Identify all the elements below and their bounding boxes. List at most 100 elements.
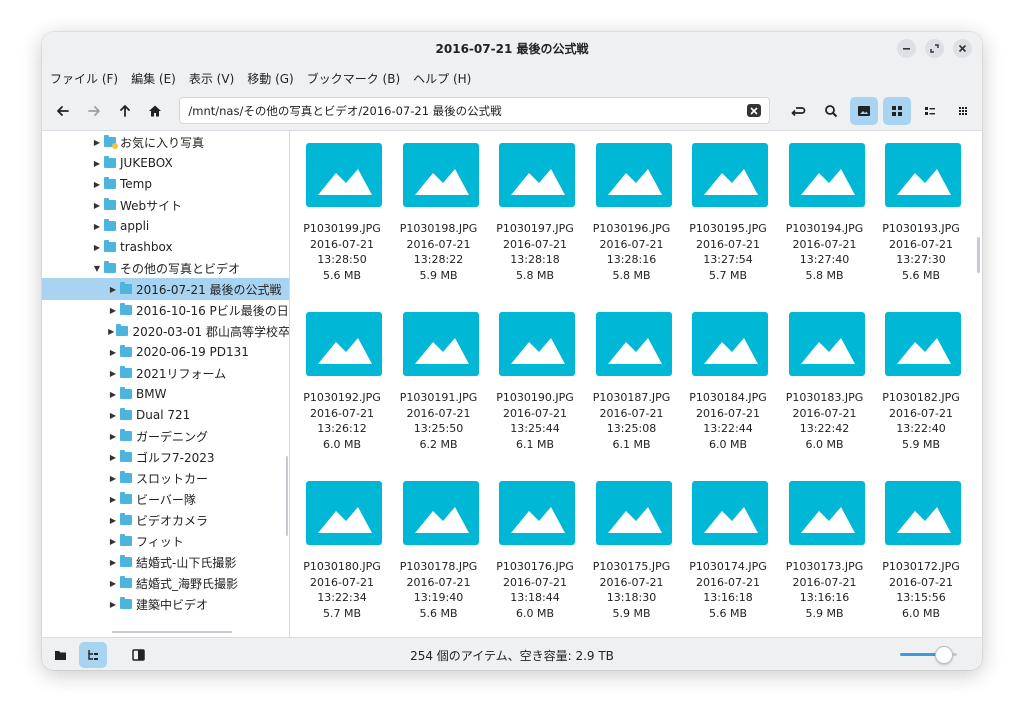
chevron-right-icon[interactable]: ▶ bbox=[106, 306, 120, 315]
file-date: 2016-07-21 bbox=[406, 575, 471, 589]
sidebar-item[interactable]: ▶ BMW bbox=[42, 383, 289, 405]
menu-edit[interactable]: 編集 (E) bbox=[131, 70, 176, 87]
location-bar[interactable]: /mnt/nas/その他の写真とビデオ/2016-07-21 最後の公式戦 bbox=[179, 97, 770, 124]
window-title: 2016-07-21 最後の公式戦 bbox=[435, 42, 589, 56]
sidebar-item[interactable]: ▶ JUKEBOX bbox=[42, 152, 289, 174]
menu-bookmarks[interactable]: ブックマーク (B) bbox=[307, 70, 400, 87]
sidebar-item-label: appli bbox=[120, 219, 150, 233]
folder-icon bbox=[104, 135, 118, 149]
chevron-right-icon[interactable]: ▶ bbox=[106, 453, 120, 462]
back-button[interactable] bbox=[50, 98, 76, 124]
close-button[interactable] bbox=[953, 39, 972, 58]
sidebar-item[interactable]: ▶ お気に入り写真 bbox=[42, 131, 289, 153]
sidebar-item[interactable]: ▶ 結婚式_海野氏撮影 bbox=[42, 572, 289, 594]
chevron-right-icon[interactable]: ▶ bbox=[106, 600, 120, 609]
sidebar-item-label: Temp bbox=[120, 177, 152, 191]
sidebar-horizontal-scrollbar[interactable] bbox=[112, 631, 232, 633]
file-time: 13:18:30 bbox=[606, 591, 657, 604]
chevron-right-icon[interactable]: ▶ bbox=[106, 411, 120, 420]
folder-icon bbox=[104, 156, 116, 168]
chevron-right-icon[interactable]: ▶ bbox=[106, 537, 120, 546]
grid-view-button[interactable] bbox=[882, 96, 911, 125]
search-button[interactable] bbox=[817, 97, 845, 125]
compact-view-button[interactable] bbox=[949, 97, 977, 125]
chevron-right-icon[interactable]: ▶ bbox=[106, 495, 120, 504]
menu-view[interactable]: 表示 (V) bbox=[189, 70, 234, 87]
chevron-right-icon[interactable]: ▶ bbox=[90, 222, 104, 231]
chevron-right-icon[interactable]: ▶ bbox=[90, 201, 104, 210]
sidebar-item[interactable]: ▶ ビーバー隊 bbox=[42, 488, 289, 510]
minimize-button[interactable] bbox=[897, 39, 916, 58]
chevron-right-icon[interactable]: ▶ bbox=[106, 516, 120, 525]
home-button[interactable] bbox=[143, 98, 169, 124]
grid-scrollbar[interactable] bbox=[977, 237, 980, 273]
file-grid: P1030199.JPG 2016-07-21 13:28:50 5.6 MB P103… bbox=[291, 131, 982, 637]
sidebar-item[interactable]: ▶ スロットカー bbox=[42, 467, 289, 489]
forward-arrow-icon bbox=[87, 105, 100, 116]
chevron-right-icon[interactable]: ▶ bbox=[106, 432, 120, 441]
chevron-right-icon[interactable]: ▶ bbox=[106, 474, 120, 483]
forward-button[interactable] bbox=[81, 98, 107, 124]
file-time: 13:18:44 bbox=[510, 591, 560, 604]
clear-location-button[interactable] bbox=[746, 104, 761, 117]
home-icon bbox=[149, 105, 162, 116]
sidebar-item[interactable]: ▶ フィット bbox=[42, 530, 289, 552]
sidebar-item[interactable]: ▶ ビデオカメラ bbox=[42, 509, 289, 531]
file-time: 13:28:18 bbox=[510, 253, 560, 266]
sidebar-item[interactable]: ▶ appli bbox=[42, 215, 289, 237]
sidebar-item[interactable]: ▶ 2020-03-01 郡山高等学校卒 bbox=[42, 320, 289, 342]
sidebar-item[interactable]: ▶ 2021リフォーム bbox=[42, 362, 289, 384]
chevron-right-icon[interactable]: ▶ bbox=[106, 285, 120, 294]
file-name: P1030195.JPG bbox=[689, 222, 767, 235]
close-icon bbox=[958, 44, 967, 53]
image-thumbnail-icon bbox=[499, 312, 575, 376]
sidebar-item[interactable]: ▶ trashbox bbox=[42, 236, 289, 258]
folder-icon bbox=[104, 240, 116, 252]
chevron-right-icon[interactable]: ▶ bbox=[90, 138, 104, 147]
chevron-right-icon[interactable]: ▶ bbox=[90, 159, 104, 168]
file-name: P1030180.JPG bbox=[303, 560, 381, 573]
sidebar-item[interactable]: ▶ Webサイト bbox=[42, 194, 289, 216]
chevron-right-icon[interactable]: ▶ bbox=[106, 369, 120, 378]
chevron-right-icon[interactable]: ▶ bbox=[106, 558, 120, 567]
sidebar-item[interactable]: ▶ ガーデニング bbox=[42, 425, 289, 447]
menu-file[interactable]: ファイル (F) bbox=[50, 70, 118, 87]
menu-help[interactable]: ヘルプ (H) bbox=[413, 70, 471, 87]
maximize-button[interactable] bbox=[925, 39, 944, 58]
zoom-slider-handle[interactable] bbox=[935, 646, 953, 664]
chevron-down-icon[interactable]: ▼ bbox=[90, 264, 104, 273]
chevron-right-icon[interactable]: ▶ bbox=[106, 348, 120, 357]
sidebar-item[interactable]: ▶ 2016-10-16 Pビル最後の日 bbox=[42, 299, 289, 321]
sidebar-item-label: ガーデニング bbox=[136, 429, 209, 444]
image-view-button[interactable] bbox=[849, 96, 878, 125]
image-thumbnail-icon bbox=[306, 312, 382, 376]
sidebar-item[interactable]: ▶ 2020-06-19 PD131 bbox=[42, 341, 289, 363]
sidebar-item-label: スロットカー bbox=[136, 471, 209, 486]
sidebar-item[interactable]: ▶ 結婚式-山下氏撮影 bbox=[42, 551, 289, 573]
file-time: 13:25:50 bbox=[413, 422, 464, 435]
title-bar: 2016-07-21 最後の公式戦 bbox=[42, 32, 982, 65]
refresh-button[interactable] bbox=[784, 97, 812, 125]
file-date: 2016-07-21 bbox=[696, 237, 760, 251]
sidebar-item[interactable]: ▶ Temp bbox=[42, 173, 289, 195]
chevron-right-icon[interactable]: ▶ bbox=[106, 327, 116, 336]
sidebar-item[interactable]: ▶ Dual 721 bbox=[42, 404, 289, 426]
file-size: 6.2 MB bbox=[419, 437, 458, 451]
chevron-right-icon[interactable]: ▶ bbox=[106, 579, 120, 588]
image-thumbnail-icon bbox=[306, 481, 382, 545]
image-thumbnail-icon bbox=[595, 312, 672, 376]
menu-go[interactable]: 移動 (G) bbox=[247, 70, 293, 87]
chevron-right-icon[interactable]: ▶ bbox=[90, 243, 104, 252]
chevron-right-icon[interactable]: ▶ bbox=[90, 180, 104, 189]
sidebar-item[interactable]: ▶ 2016-07-21 最後の公式戦 bbox=[42, 278, 289, 300]
up-button[interactable] bbox=[112, 98, 138, 124]
sidebar-scrollbar[interactable] bbox=[286, 456, 288, 536]
sidebar-item[interactable]: ▶ 建築中ビデオ bbox=[42, 593, 289, 615]
file-time: 13:27:40 bbox=[799, 253, 850, 266]
sidebar-item[interactable]: ▶ ゴルフ7-2023 bbox=[42, 446, 289, 468]
sidebar-item[interactable]: ▼ その他の写真とビデオ bbox=[42, 257, 289, 279]
chevron-right-icon[interactable]: ▶ bbox=[106, 390, 120, 399]
list-view-button[interactable] bbox=[916, 97, 944, 125]
file-size: 5.9 MB bbox=[612, 606, 651, 620]
file-time: 13:22:40 bbox=[896, 422, 946, 435]
